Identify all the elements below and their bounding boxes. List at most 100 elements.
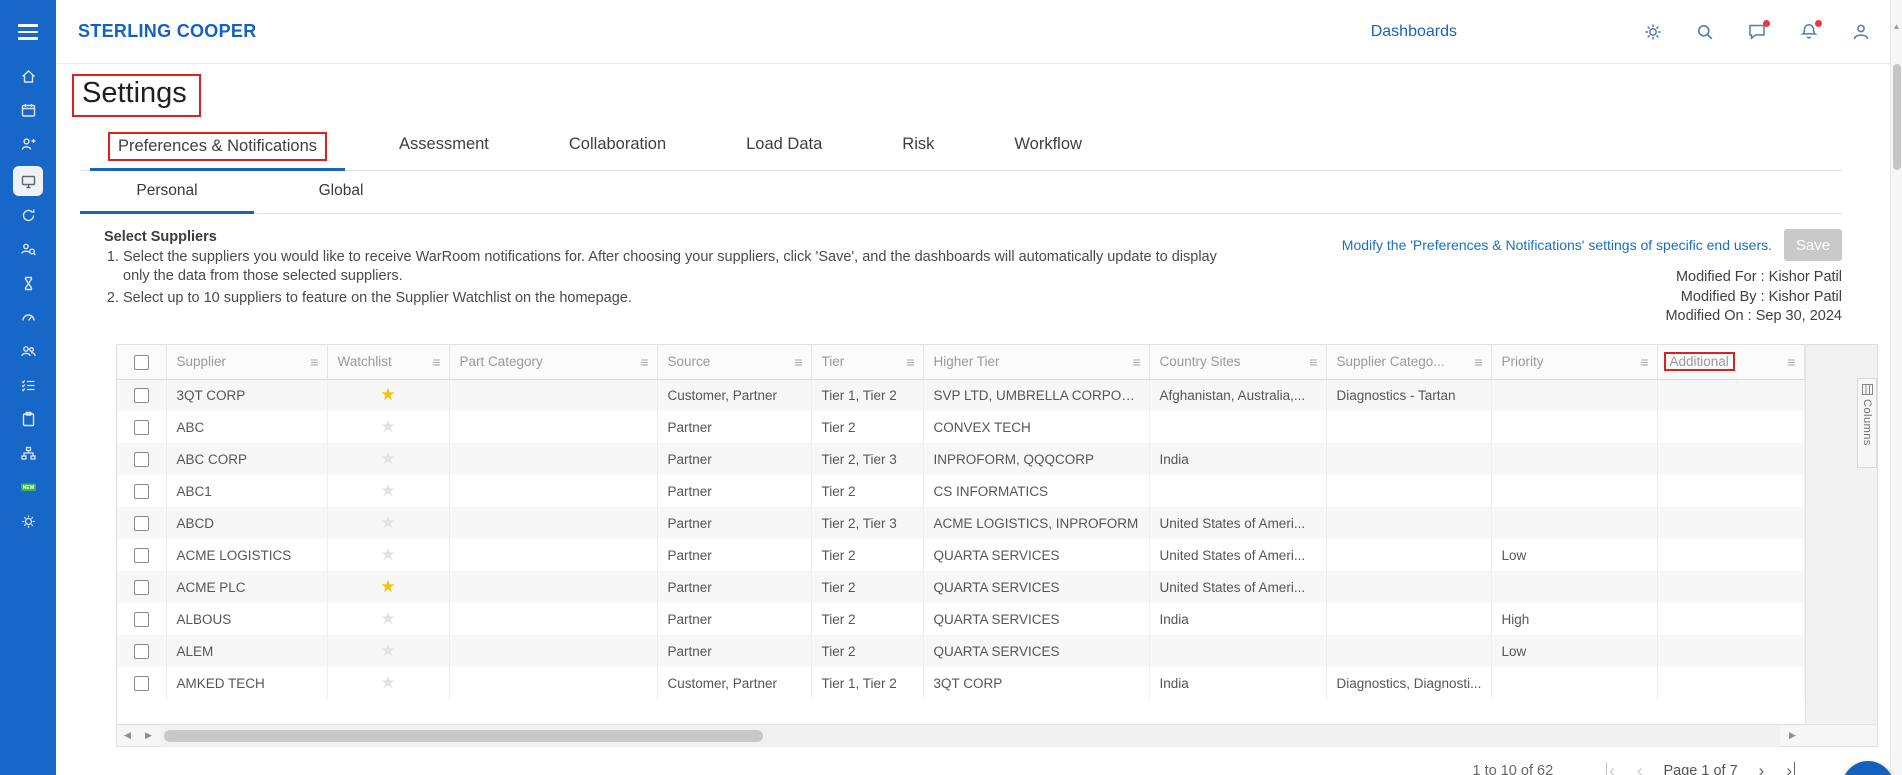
vertical-scrollbar[interactable]: ▲ bbox=[1890, 0, 1902, 775]
cell-supplier: ABC1 bbox=[166, 475, 328, 508]
modify-preferences-link[interactable]: Modify the 'Preferences & Notifications'… bbox=[1342, 237, 1772, 253]
messages-button[interactable] bbox=[1746, 19, 1770, 43]
row-checkbox[interactable] bbox=[133, 388, 149, 404]
last-page-button[interactable]: › bbox=[1784, 762, 1795, 775]
cell-country_sites: United States of Ameri... bbox=[1149, 571, 1327, 604]
row-checkbox[interactable] bbox=[133, 580, 149, 596]
tab-load-data[interactable]: Load Data bbox=[720, 125, 848, 170]
tab-preferences-notifications[interactable]: Preferences & Notifications bbox=[90, 125, 346, 171]
sidebar-item-performance[interactable] bbox=[12, 305, 44, 329]
horizontal-scroll-track[interactable] bbox=[161, 724, 1780, 747]
cell-country_sites bbox=[1149, 635, 1327, 668]
row-checkbox[interactable] bbox=[133, 484, 149, 500]
sidebar-item-active-module[interactable] bbox=[13, 166, 43, 196]
sidebar-item-add-user[interactable] bbox=[12, 132, 44, 156]
column-menu-icon[interactable]: ≡ bbox=[1640, 354, 1648, 370]
column-menu-icon[interactable]: ≡ bbox=[640, 354, 648, 370]
column-header-additional[interactable]: Additional ≡ bbox=[1657, 345, 1805, 380]
sidebar-item-user-search[interactable] bbox=[12, 237, 44, 261]
notifications-button[interactable] bbox=[1798, 19, 1822, 43]
cell-supplier: AMKED TECH bbox=[166, 667, 328, 700]
settings-gear-button[interactable] bbox=[1642, 21, 1664, 43]
hamburger-icon bbox=[18, 24, 38, 40]
column-header-priority[interactable]: Priority ≡ bbox=[1491, 345, 1658, 380]
column-menu-icon[interactable]: ≡ bbox=[1787, 354, 1795, 370]
save-button[interactable]: Save bbox=[1784, 229, 1842, 261]
column-header-supplier[interactable]: Supplier ≡ bbox=[166, 345, 328, 380]
row-checkbox[interactable] bbox=[133, 420, 149, 436]
horizontal-scroll-thumb[interactable] bbox=[164, 729, 764, 742]
column-menu-icon[interactable]: ≡ bbox=[1309, 354, 1317, 370]
tab-assessment[interactable]: Assessment bbox=[373, 125, 515, 170]
cell-country_sites: United States of Ameri... bbox=[1149, 507, 1327, 540]
subtab-personal[interactable]: Personal bbox=[80, 171, 254, 214]
cell-part_category bbox=[449, 539, 658, 572]
column-menu-icon[interactable]: ≡ bbox=[1474, 354, 1482, 370]
scroll-right-end-button[interactable]: ▶ bbox=[1782, 730, 1803, 741]
select-all-checkbox[interactable] bbox=[133, 354, 149, 370]
watchlist-star-icon[interactable]: ★ bbox=[380, 609, 395, 628]
profile-button[interactable] bbox=[1850, 21, 1872, 43]
watchlist-star-icon[interactable]: ★ bbox=[380, 417, 395, 436]
instructions-block: Select Suppliers Select the suppliers yo… bbox=[104, 229, 1234, 327]
sidebar-item-services[interactable] bbox=[12, 509, 44, 533]
watchlist-star-icon[interactable]: ★ bbox=[380, 385, 395, 404]
watchlist-star-icon[interactable]: ★ bbox=[380, 641, 395, 660]
scroll-right-button[interactable]: ▶ bbox=[138, 730, 159, 741]
hamburger-menu-button[interactable] bbox=[0, 0, 56, 64]
cell-source: Partner bbox=[657, 411, 812, 444]
watchlist-star-icon[interactable]: ★ bbox=[380, 449, 395, 468]
row-checkbox[interactable] bbox=[133, 516, 149, 532]
previous-page-button[interactable]: ‹ bbox=[1635, 762, 1645, 775]
column-menu-icon[interactable]: ≡ bbox=[794, 354, 802, 370]
column-menu-icon[interactable]: ≡ bbox=[1132, 354, 1140, 370]
column-header-watchlist[interactable]: Watchlist ≡ bbox=[327, 345, 450, 380]
sidebar-item-new-feature[interactable]: NEW bbox=[12, 475, 44, 499]
tab-workflow[interactable]: Workflow bbox=[988, 125, 1108, 170]
watchlist-star-icon[interactable]: ★ bbox=[380, 513, 395, 532]
cell-additional bbox=[1657, 667, 1805, 700]
next-page-button[interactable]: › bbox=[1757, 762, 1767, 775]
watchlist-star-icon[interactable]: ★ bbox=[380, 545, 395, 564]
unread-badge bbox=[1763, 19, 1770, 27]
row-checkbox[interactable] bbox=[133, 612, 149, 628]
workspace-icon bbox=[21, 175, 35, 188]
columns-panel-toggle[interactable]: Columns bbox=[1857, 378, 1877, 469]
row-checkbox[interactable] bbox=[133, 452, 149, 468]
column-header-source[interactable]: Source ≡ bbox=[657, 345, 812, 380]
row-checkbox[interactable] bbox=[133, 676, 149, 692]
sidebar-item-home[interactable] bbox=[12, 64, 44, 88]
watchlist-star-icon[interactable]: ★ bbox=[380, 673, 395, 692]
column-header-tier[interactable]: Tier ≡ bbox=[811, 345, 924, 380]
column-header-country-sites[interactable]: Country Sites ≡ bbox=[1149, 345, 1327, 380]
column-header-part-category[interactable]: Part Category ≡ bbox=[449, 345, 658, 380]
scroll-left-button[interactable]: ◀ bbox=[117, 730, 138, 741]
row-checkbox[interactable] bbox=[133, 644, 149, 660]
watchlist-star-icon[interactable]: ★ bbox=[380, 481, 395, 500]
column-menu-icon[interactable]: ≡ bbox=[310, 354, 318, 370]
new-badge-icon: NEW bbox=[20, 483, 36, 491]
cell-additional bbox=[1657, 443, 1805, 476]
sidebar-item-calendar[interactable] bbox=[12, 98, 44, 122]
vertical-scroll-thumb[interactable] bbox=[1893, 64, 1901, 170]
column-menu-icon[interactable]: ≡ bbox=[432, 354, 440, 370]
column-header-higher-tier[interactable]: Higher Tier ≡ bbox=[923, 345, 1150, 380]
tab-collaboration[interactable]: Collaboration bbox=[543, 125, 692, 170]
search-button[interactable] bbox=[1694, 21, 1716, 43]
sidebar-item-tasks[interactable] bbox=[12, 373, 44, 397]
column-header-supplier-category[interactable]: Supplier Catego... ≡ bbox=[1326, 345, 1492, 380]
sidebar-item-reports[interactable] bbox=[12, 407, 44, 431]
watchlist-star-icon[interactable]: ★ bbox=[380, 577, 395, 596]
sidebar-item-hierarchy[interactable] bbox=[12, 441, 44, 465]
scroll-up-arrow-icon[interactable]: ▲ bbox=[1891, 22, 1902, 31]
column-menu-icon[interactable]: ≡ bbox=[906, 354, 914, 370]
cell-source: Partner bbox=[657, 603, 812, 636]
row-checkbox[interactable] bbox=[133, 548, 149, 564]
sidebar-item-pending[interactable] bbox=[12, 271, 44, 295]
nav-dashboards[interactable]: Dashboards bbox=[1371, 23, 1457, 41]
subtab-global[interactable]: Global bbox=[254, 171, 428, 213]
first-page-button[interactable]: ‹ bbox=[1606, 762, 1617, 775]
tab-risk[interactable]: Risk bbox=[876, 125, 960, 170]
sidebar-item-team[interactable] bbox=[12, 339, 44, 363]
sidebar-item-sync[interactable] bbox=[12, 203, 44, 227]
